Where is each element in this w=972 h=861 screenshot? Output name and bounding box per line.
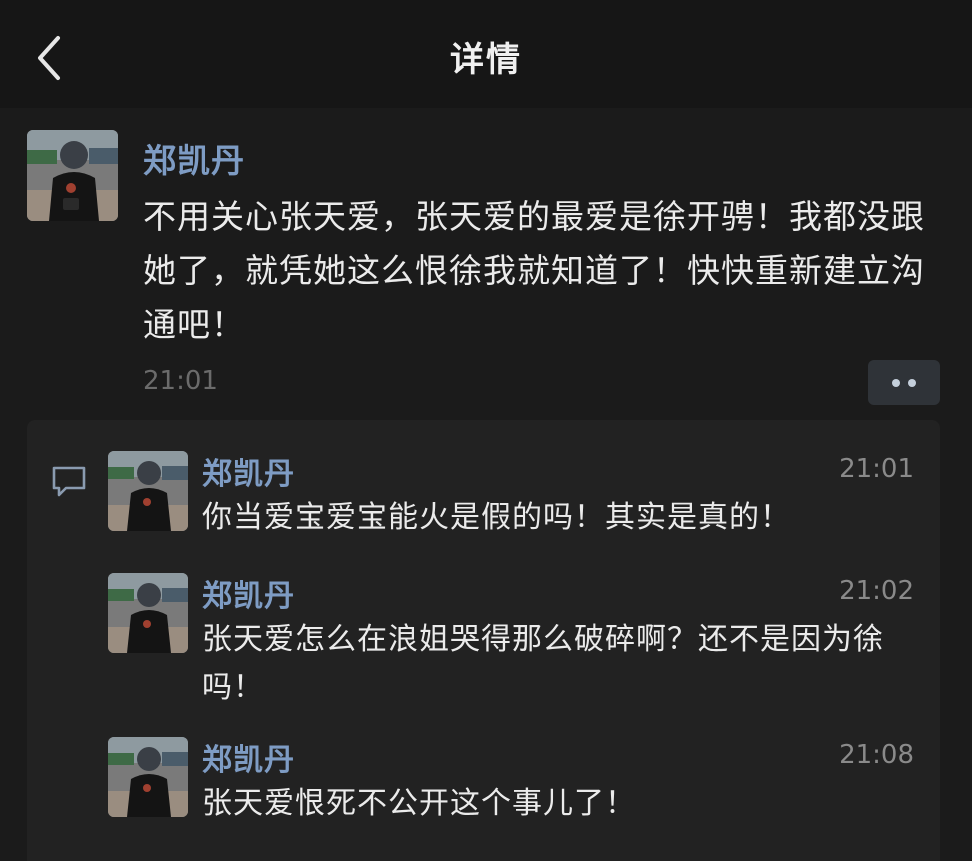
reply-content: 你当爱宝爱宝能火是假的吗！其实是真的！	[202, 500, 791, 535]
post-author-name[interactable]: 郑凯丹	[143, 134, 245, 182]
avatar[interactable]	[27, 130, 118, 221]
post-timestamp: 21:01	[143, 366, 218, 396]
reply-author-name[interactable]: 郑凯丹	[202, 735, 295, 779]
avatar[interactable]	[108, 451, 188, 531]
reply-author-name[interactable]: 郑凯丹	[202, 571, 295, 615]
more-options-button[interactable]	[868, 360, 940, 405]
avatar[interactable]	[108, 573, 188, 653]
comment-icon	[52, 466, 86, 497]
reply-timestamp: 21:02	[839, 576, 914, 606]
avatar[interactable]	[108, 737, 188, 817]
more-dots-icon	[892, 379, 900, 387]
reply-content: 张天爱恨死不公开这个事儿了！	[202, 786, 636, 821]
more-dots-icon	[908, 379, 916, 387]
post-content: 不用关心张天爱，张天爱的最爱是徐开骋！我都没跟她了，就凭她这么恨徐我就知道了！快…	[143, 197, 925, 344]
reply-timestamp: 21:08	[839, 740, 914, 770]
reply-content: 张天爱怎么在浪姐哭得那么破碎啊？还不是因为徐吗！	[202, 622, 884, 705]
top-bar: 详情	[0, 0, 972, 108]
page-title: 详情	[450, 40, 522, 80]
reply-timestamp: 21:01	[839, 454, 914, 484]
reply-author-name[interactable]: 郑凯丹	[202, 449, 295, 493]
